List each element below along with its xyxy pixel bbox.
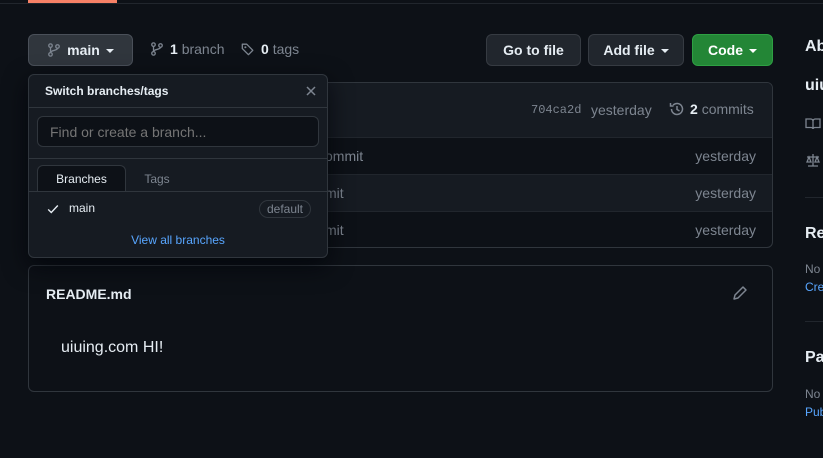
branches-label: branch (181, 41, 225, 57)
tab-tags-label: Tags (144, 171, 170, 186)
branches-count: 1 (170, 41, 178, 57)
sidebar-divider (805, 197, 823, 198)
add-file-button[interactable]: Add file (588, 34, 684, 66)
about-heading: Ab (805, 38, 823, 55)
tab-branches-label: Branches (56, 172, 107, 186)
repo-description: uiu (805, 77, 823, 94)
chevron-down-icon (749, 48, 757, 53)
tags-label: tags (272, 41, 300, 57)
go-to-file-button[interactable]: Go to file (486, 34, 581, 66)
add-file-label: Add file (603, 42, 655, 58)
commit-hash[interactable]: 704ca2d (531, 103, 581, 117)
code-button[interactable]: Code (692, 34, 773, 66)
commit-time: yesterday (591, 102, 652, 118)
tags-link[interactable]: 0 tags (241, 41, 299, 57)
commits-count: 2 (690, 101, 698, 117)
default-badge: default (258, 200, 311, 218)
chevron-down-icon (105, 48, 114, 53)
git-branch-icon (151, 42, 163, 56)
code-label: Code (708, 42, 743, 58)
tabs-divider (29, 191, 327, 192)
releases-text: No (805, 262, 821, 276)
view-all-branches-link[interactable]: View all branches (29, 233, 327, 247)
branch-switch-dropdown: Switch branches/tags Branches Tags main … (28, 74, 328, 258)
file-commit-message[interactable]: ommit (325, 148, 363, 164)
tab-tags[interactable]: Tags (127, 165, 187, 192)
branch-name: main (69, 201, 96, 215)
file-commit-time: yesterday (695, 148, 756, 164)
create-release-link[interactable]: Cre (805, 280, 823, 294)
commits-link[interactable]: 2 commits (669, 101, 754, 117)
history-icon (669, 102, 684, 116)
header-divider (0, 3, 823, 4)
book-icon[interactable] (805, 116, 821, 132)
branch-search-input[interactable] (37, 116, 319, 147)
file-commit-time: yesterday (695, 185, 756, 201)
tag-icon (241, 43, 254, 56)
branch-select-label: main (67, 42, 100, 58)
branch-list-item[interactable]: main default (29, 195, 327, 223)
commits-label: commits (701, 101, 754, 117)
check-icon (47, 205, 59, 214)
branch-select-button[interactable]: main (28, 34, 133, 66)
pencil-icon[interactable] (732, 285, 748, 301)
sidebar-divider (805, 321, 823, 322)
releases-heading: Re (805, 225, 823, 242)
dropdown-divider (29, 107, 327, 108)
file-commit-time: yesterday (695, 222, 756, 238)
readme-content: uiuing.com HI! (61, 339, 164, 356)
close-icon[interactable] (305, 85, 317, 97)
readme-filename: README.md (46, 286, 132, 302)
tags-count: 0 (261, 41, 269, 57)
packages-text: No (805, 387, 821, 401)
readme-panel: README.md uiuing.com HI! (28, 265, 773, 392)
dropdown-title: Switch branches/tags (45, 84, 169, 98)
branches-link[interactable]: 1 branch (150, 41, 225, 57)
tab-branches[interactable]: Branches (37, 165, 126, 192)
dropdown-divider (29, 158, 327, 159)
git-branch-icon (48, 43, 61, 57)
publish-package-link[interactable]: Pub (805, 405, 823, 419)
law-icon[interactable] (805, 152, 821, 168)
go-to-file-label: Go to file (503, 42, 564, 58)
packages-heading: Pa (805, 349, 823, 366)
chevron-down-icon (660, 48, 669, 53)
